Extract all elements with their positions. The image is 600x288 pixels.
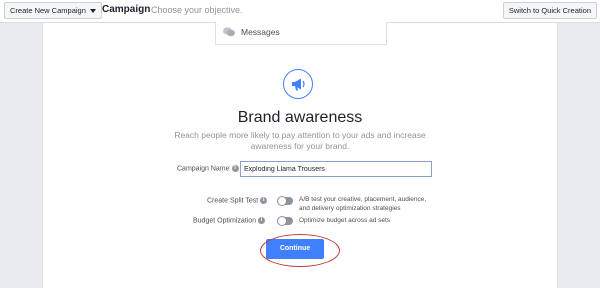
objective-description: Reach people more likely to pay attentio… xyxy=(174,130,426,151)
info-icon[interactable]: i xyxy=(260,197,268,204)
objective-panel: Messages Brand awareness Reach people mo… xyxy=(42,22,558,288)
split-test-description: A/B test your creative, placement, audie… xyxy=(299,196,427,212)
campaign-name-label: Campaign Name i xyxy=(177,165,239,172)
campaign-name-label-text: Campaign Name xyxy=(177,165,230,173)
split-test-toggle[interactable] xyxy=(277,196,293,206)
create-new-campaign-dropdown[interactable]: Create New Campaign xyxy=(4,2,102,19)
budget-optimization-label: Budget Optimization i xyxy=(193,217,266,225)
brand-awareness-icon xyxy=(283,69,313,99)
toggle-knob xyxy=(277,196,287,206)
switch-to-quick-creation-button[interactable]: Switch to Quick Creation xyxy=(502,2,597,19)
top-bar: Create New Campaign Campaign Choose your… xyxy=(0,0,600,23)
campaign-name-input[interactable] xyxy=(240,161,432,177)
objective-option-messages[interactable]: Messages xyxy=(215,22,387,45)
toggle-knob xyxy=(277,216,287,226)
create-new-campaign-label: Create New Campaign xyxy=(10,6,86,15)
highlight-circle xyxy=(260,234,340,267)
info-icon[interactable]: i xyxy=(231,165,239,172)
messages-label: Messages xyxy=(241,27,280,37)
page-title: Campaign xyxy=(102,4,151,15)
info-icon[interactable]: i xyxy=(258,217,266,224)
page-subtitle: Choose your objective. xyxy=(151,5,243,15)
create-split-test-label: Create Split Test i xyxy=(207,197,268,205)
objective-title: Brand awareness xyxy=(237,109,363,126)
split-test-label-text: Create Split Test xyxy=(207,197,259,205)
messages-icon xyxy=(223,27,235,37)
budget-optimization-label-text: Budget Optimization xyxy=(193,217,257,225)
budget-optimization-toggle[interactable] xyxy=(277,216,293,226)
caret-down-icon xyxy=(89,9,96,14)
budget-optimization-description: Optimize budget across ad sets xyxy=(299,217,391,224)
